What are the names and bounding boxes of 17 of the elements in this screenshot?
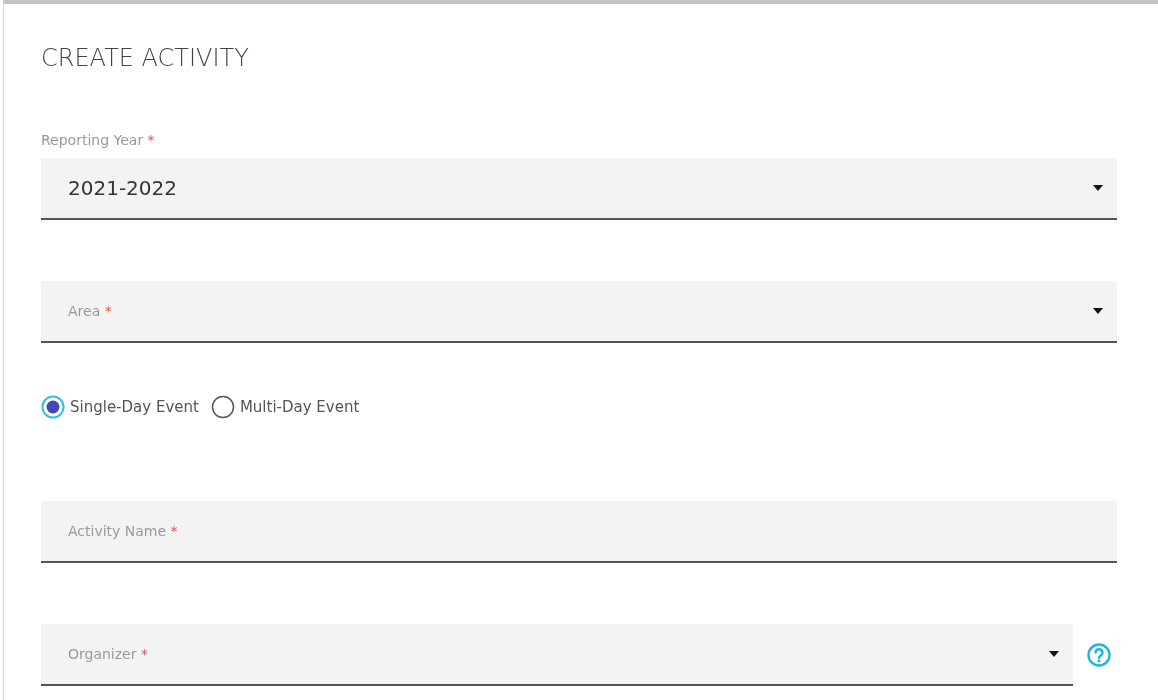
- radio-option[interactable]: Single-Day Event: [41, 395, 199, 419]
- field-label: Organizer *: [68, 646, 148, 662]
- input-field[interactable]: Activity Name *: [41, 501, 1117, 563]
- select-field[interactable]: 2021-2022: [41, 158, 1117, 220]
- select-value: 2021-2022: [68, 176, 177, 200]
- radio-option[interactable]: Multi-Day Event: [210, 395, 360, 419]
- field-label: Area *: [68, 303, 112, 319]
- dropdown-caret-icon: [1093, 308, 1103, 314]
- dropdown-caret-icon: [1093, 185, 1103, 191]
- select-field[interactable]: Area *: [41, 281, 1117, 343]
- select-field[interactable]: Organizer *: [41, 624, 1073, 686]
- field-label: Reporting Year *: [41, 131, 155, 149]
- form-title: CREATE ACTIVITY: [41, 43, 250, 73]
- field-label: Activity Name *: [68, 523, 178, 539]
- radio-button[interactable]: [41, 395, 65, 419]
- radio-button[interactable]: [210, 395, 235, 419]
- dropdown-caret-icon: [1049, 651, 1059, 657]
